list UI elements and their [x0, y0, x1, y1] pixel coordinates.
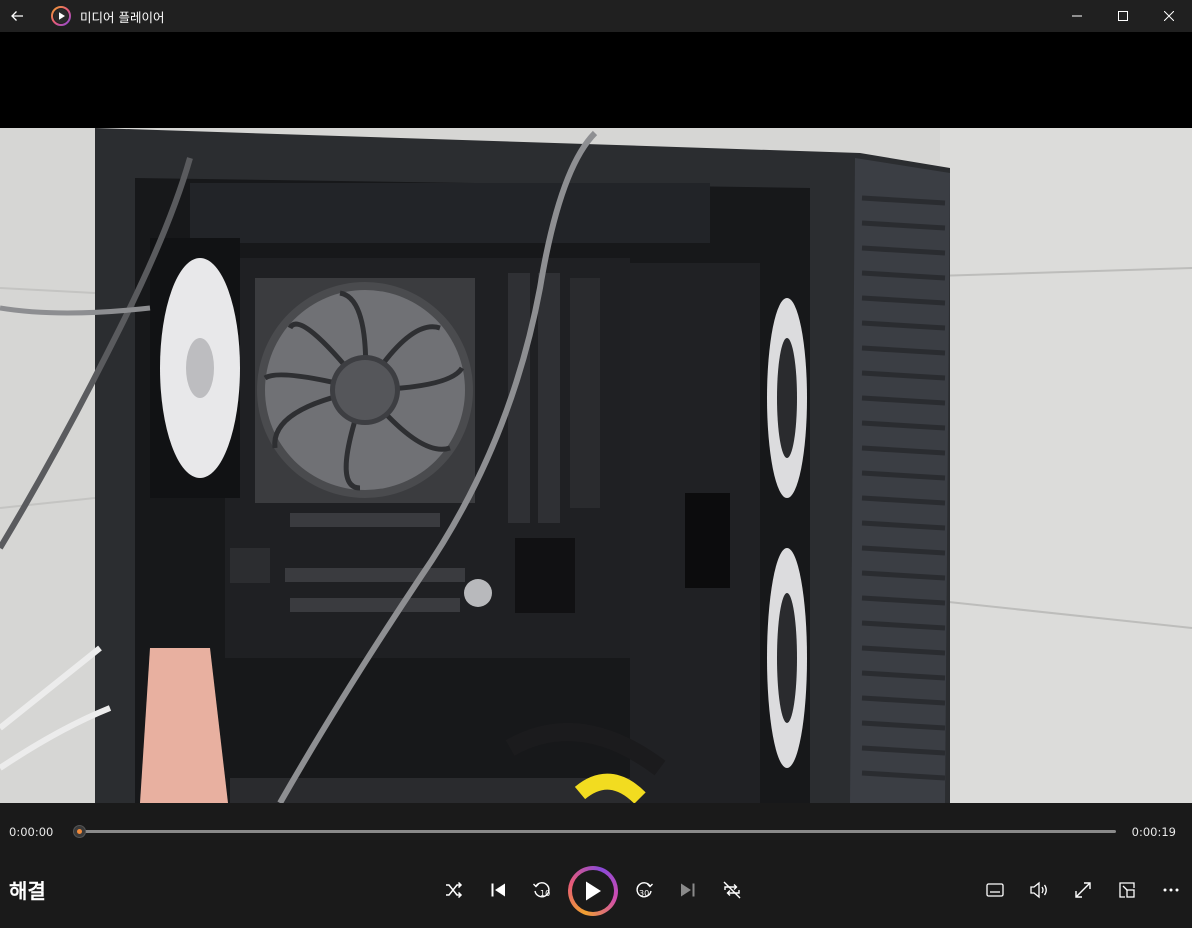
shuffle-button[interactable] [434, 870, 474, 910]
next-icon [681, 883, 695, 897]
miniplayer-icon [1119, 882, 1135, 898]
rewind-10-button[interactable]: 10 [522, 870, 562, 910]
play-button-inner [572, 870, 614, 912]
playback-controls: 0:00:00 0:00:19 해결 10 30 [0, 803, 1192, 928]
forward-30-button[interactable]: 30 [624, 870, 664, 910]
close-button[interactable] [1146, 0, 1192, 32]
window-title: 미디어 플레이어 [80, 9, 165, 25]
repeat-button[interactable] [712, 870, 752, 910]
maximize-icon [1118, 11, 1128, 21]
video-frame [0, 128, 1192, 803]
video-area[interactable] [0, 32, 1192, 803]
arrow-left-icon [11, 11, 23, 21]
next-button[interactable] [668, 870, 708, 910]
more-icon [1163, 888, 1179, 892]
window-controls [1054, 0, 1192, 32]
seek-thumb[interactable] [73, 825, 86, 838]
shuffle-icon [446, 881, 463, 899]
previous-icon [491, 883, 505, 897]
repeat-off-icon [723, 881, 741, 899]
forward-30-icon: 30 [636, 882, 653, 898]
miniplayer-button[interactable] [1107, 870, 1147, 910]
minimize-icon [1072, 15, 1082, 17]
close-icon [1164, 11, 1174, 21]
fullscreen-button[interactable] [1063, 870, 1103, 910]
volume-icon [1030, 881, 1047, 899]
play-icon [586, 881, 601, 901]
seek-bar[interactable] [73, 825, 1116, 838]
minimize-button[interactable] [1054, 0, 1100, 32]
total-time: 0:00:19 [1131, 825, 1176, 839]
media-player-logo [51, 6, 71, 26]
rewind-10-icon: 10 [533, 882, 550, 898]
subtitles-button[interactable] [975, 870, 1015, 910]
previous-button[interactable] [478, 870, 518, 910]
fullscreen-icon [1075, 882, 1091, 898]
more-button[interactable] [1151, 870, 1191, 910]
volume-button[interactable] [1019, 870, 1059, 910]
media-title: 해결 [9, 879, 46, 903]
subtitles-icon [986, 883, 1004, 897]
svg-text:30: 30 [639, 889, 649, 898]
maximize-button[interactable] [1100, 0, 1146, 32]
svg-text:10: 10 [540, 889, 550, 898]
back-button[interactable] [1, 0, 33, 32]
current-time: 0:00:00 [9, 825, 54, 839]
title-bar: 미디어 플레이어 [0, 0, 1192, 32]
play-button[interactable] [568, 866, 618, 916]
